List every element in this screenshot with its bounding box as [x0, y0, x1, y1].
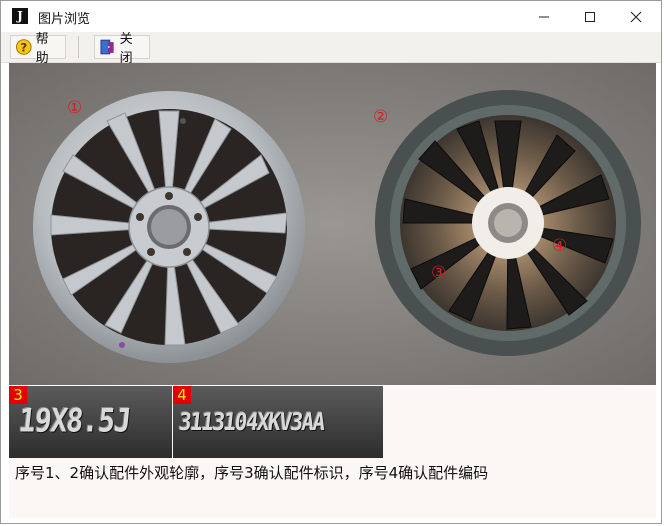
crop-3-badge: 3 [9, 386, 27, 404]
crop-image-3-text: 19X8.5J [17, 401, 133, 440]
close-button[interactable]: 关闭 [94, 32, 150, 66]
marker-4: ④ [552, 236, 567, 256]
crop-image-4-text: 3113104XKV3AA [177, 408, 326, 436]
crop-image-3[interactable]: 19X8.5J 3 [9, 386, 172, 458]
marker-2: ② [373, 107, 388, 127]
app-icon: J [12, 8, 28, 24]
marker-1: ① [67, 98, 82, 118]
close-icon [630, 11, 642, 22]
toolbar: ? 帮助 关闭 [1, 32, 661, 66]
help-icon: ? [15, 39, 32, 55]
help-button[interactable]: ? 帮助 [10, 32, 66, 66]
title-bar[interactable]: J 图片浏览 [1, 1, 661, 32]
window-title: 图片浏览 [38, 12, 91, 27]
wheel-back [375, 90, 641, 356]
wheel-photo: ① ② ③ ④ [9, 63, 656, 385]
close-button-label: 关闭 [119, 32, 133, 66]
description-text: 序号1、2确认配件外观轮廓，序号3确认配件标识，序号4确认配件编码 [9, 458, 656, 490]
maximize-button[interactable] [567, 1, 613, 32]
image-viewer[interactable]: ① ② ③ ④ [9, 63, 656, 385]
exit-door-icon [100, 39, 114, 55]
toolbar-separator [78, 36, 79, 58]
crop-image-4[interactable]: 3113104XKV3AA 4 [173, 386, 383, 458]
help-button-label: 帮助 [35, 32, 49, 66]
close-window-button[interactable] [613, 1, 659, 32]
image-browser-window: J 图片浏览 ? 帮助 关闭 ① ② ③ ④ 19X8.5J 3 3113104… [0, 0, 662, 524]
marker-3: ③ [431, 263, 446, 283]
maximize-icon [585, 11, 595, 22]
crop-strip: 19X8.5J 3 3113104XKV3AA 4 [9, 386, 656, 458]
minimize-button[interactable] [521, 1, 567, 32]
crop-4-badge: 4 [173, 386, 191, 404]
wheel-front [33, 91, 305, 363]
empty-status-area [9, 490, 656, 518]
svg-text:?: ? [20, 40, 27, 54]
minimize-icon [539, 16, 549, 17]
